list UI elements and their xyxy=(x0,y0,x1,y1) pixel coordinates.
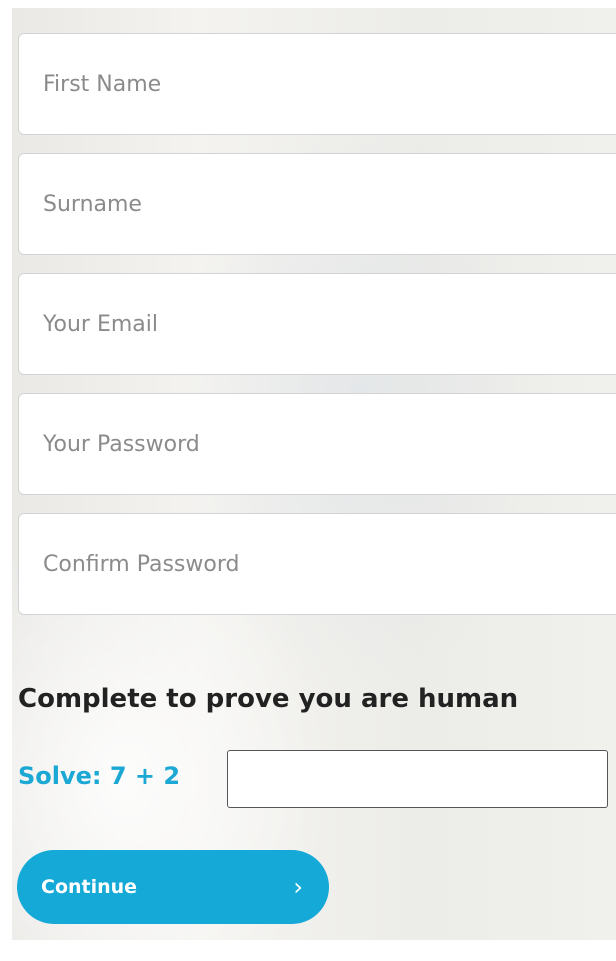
confirm-password-input[interactable] xyxy=(41,550,616,578)
email-field[interactable] xyxy=(18,273,616,375)
top-edge xyxy=(0,0,616,8)
surname-field[interactable] xyxy=(18,153,616,255)
continue-button-label: Continue xyxy=(41,876,138,898)
surname-input[interactable] xyxy=(41,190,616,218)
bottom-edge xyxy=(0,940,616,961)
captcha-title: Complete to prove you are human xyxy=(18,684,519,714)
captcha-answer-input[interactable] xyxy=(227,750,608,808)
captcha-question: Solve: 7 + 2 xyxy=(18,762,181,790)
continue-button[interactable]: Continue › xyxy=(17,850,329,924)
first-name-field[interactable] xyxy=(18,33,616,135)
first-name-input[interactable] xyxy=(41,70,616,98)
chevron-right-icon: › xyxy=(293,873,303,901)
password-field[interactable] xyxy=(18,393,616,495)
confirm-password-field[interactable] xyxy=(18,513,616,615)
email-input[interactable] xyxy=(41,310,616,338)
left-edge xyxy=(0,0,12,961)
password-input[interactable] xyxy=(41,430,616,458)
